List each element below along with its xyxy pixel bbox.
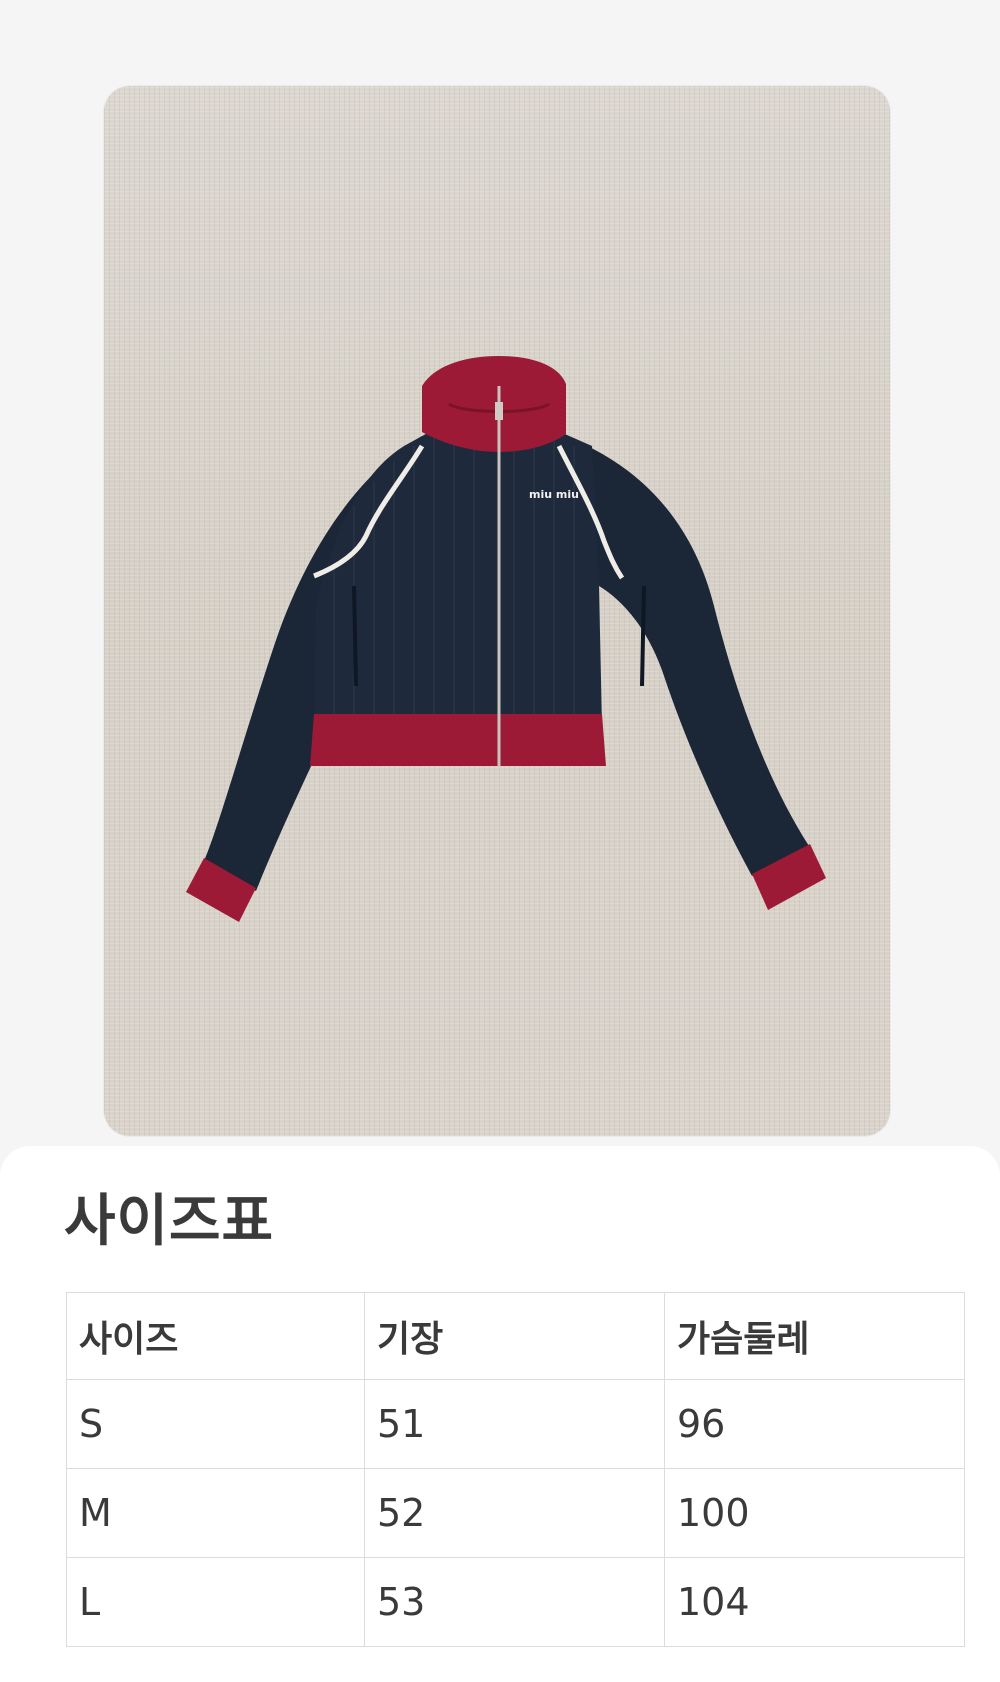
page: miu miu 사이즈표 사이즈 기장 가슴둘레 S 51 96 M 52 10… — [0, 0, 1000, 1682]
jacket-illustration: miu miu — [186, 356, 826, 922]
header-length: 기장 — [364, 1292, 665, 1380]
chest-cell: 100 — [664, 1468, 965, 1558]
table-row: L 53 104 — [66, 1557, 965, 1647]
header-chest: 가슴둘레 — [664, 1292, 965, 1380]
hem-band — [310, 714, 606, 766]
size-cell: L — [66, 1557, 365, 1647]
length-cell: 53 — [364, 1557, 665, 1647]
length-cell: 51 — [364, 1379, 665, 1469]
table-row: M 52 100 — [66, 1468, 965, 1558]
product-photo: miu miu — [104, 86, 890, 1136]
collar — [422, 356, 566, 452]
chest-cell: 96 — [664, 1379, 965, 1469]
jacket-logo: miu miu — [529, 488, 579, 501]
size-chart-table: 사이즈 기장 가슴둘레 S 51 96 M 52 100 L 53 104 — [66, 1292, 965, 1647]
length-cell: 52 — [364, 1468, 665, 1558]
table-row: S 51 96 — [66, 1379, 965, 1469]
size-cell: M — [66, 1468, 365, 1558]
size-chart-panel: 사이즈표 사이즈 기장 가슴둘레 S 51 96 M 52 100 L 53 1… — [0, 1146, 1000, 1682]
chest-cell: 104 — [664, 1557, 965, 1647]
size-cell: S — [66, 1379, 365, 1469]
header-size: 사이즈 — [66, 1292, 365, 1380]
size-chart-title: 사이즈표 — [64, 1189, 275, 1254]
right-sleeve — [564, 436, 809, 876]
table-header-row: 사이즈 기장 가슴둘레 — [66, 1292, 965, 1380]
